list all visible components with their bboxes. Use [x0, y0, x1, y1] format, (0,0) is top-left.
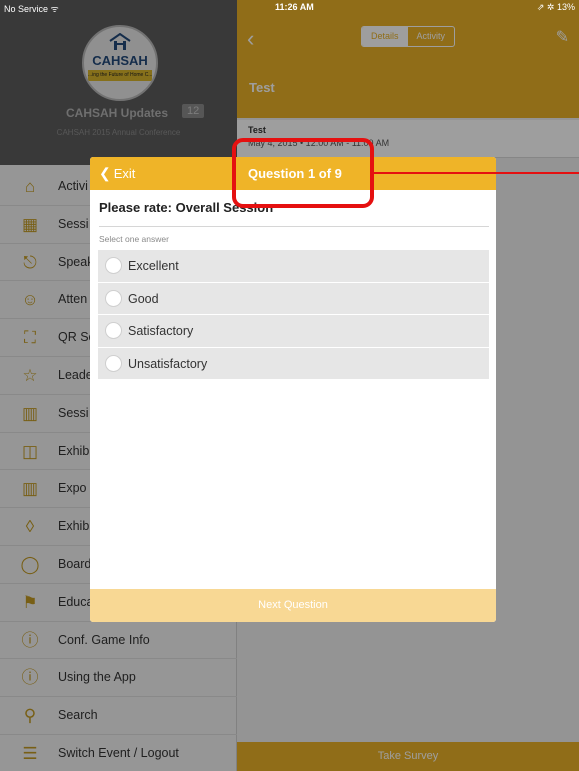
radio-button[interactable] [105, 354, 122, 372]
battery-indicator: ⇗ ✲ 13% [536, 2, 575, 12]
chevron-left-icon: ❮ [99, 165, 111, 181]
divider [99, 226, 489, 227]
survey-modal: ❮ Exit Question 1 of 9 Please rate: Overa… [90, 157, 496, 622]
radio-button[interactable] [105, 322, 122, 339]
answer-list: Excellent Good Satisfactory Unsatisfacto… [98, 250, 489, 380]
answer-label: Good [128, 291, 159, 306]
next-question-button[interactable]: Next Question [90, 589, 496, 622]
answer-option[interactable]: Good [98, 282, 489, 315]
exit-label: Exit [113, 166, 136, 181]
callout-highlight-box [232, 138, 374, 208]
answer-option[interactable]: Unsatisfactory [98, 347, 489, 380]
radio-button[interactable] [105, 289, 122, 307]
answer-option[interactable]: Satisfactory [98, 315, 489, 348]
answer-label: Excellent [128, 259, 179, 273]
answer-option[interactable]: Excellent [98, 250, 489, 283]
status-bar: No Service ᯤ 11:26 AM ⇗ ✲ 13% [0, 0, 579, 14]
carrier-label: No Service ᯤ [4, 4, 59, 14]
answer-label: Unsatisfactory [128, 356, 208, 371]
callout-pointer-line [374, 172, 579, 174]
radio-button[interactable] [105, 257, 122, 274]
answer-label: Satisfactory [128, 324, 194, 338]
exit-button[interactable]: ❮ Exit [99, 165, 135, 182]
clock: 11:26 AM [275, 2, 314, 12]
answer-hint: Select one answer [99, 234, 169, 244]
